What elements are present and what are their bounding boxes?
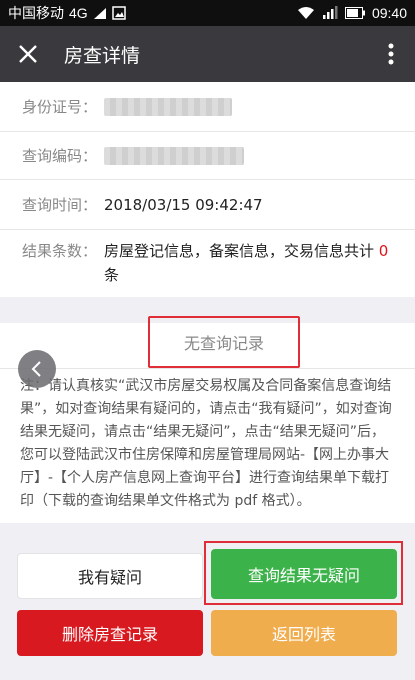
- no-question-button[interactable]: 查询结果无疑问: [211, 549, 397, 599]
- page-title: 房查详情: [64, 44, 141, 67]
- carrier-name: 中国移动: [8, 5, 64, 21]
- result-count-number: 0: [378, 242, 389, 260]
- query-code-masked-value: [104, 146, 244, 165]
- nav-bar: 房查详情: [0, 26, 415, 82]
- result-count-text: 房屋登记信息，备案信息，交易信息共计: [104, 242, 375, 260]
- query-code-label: 查询编码：: [22, 147, 98, 165]
- query-info-card: 身份证号： 查询编码： 查询时间： 2018/03/15 09:42:47 结果…: [0, 82, 415, 297]
- id-number-row: 身份证号：: [0, 82, 415, 132]
- result-count-label: 结果条数：: [22, 242, 98, 260]
- result-count-unit: 条: [104, 266, 120, 284]
- more-menu-button[interactable]: [367, 26, 415, 82]
- divider: [0, 368, 415, 369]
- close-icon: [19, 45, 37, 63]
- network-type: 4G: [69, 5, 88, 21]
- back-float-button[interactable]: [18, 350, 56, 388]
- query-time-label: 查询时间：: [22, 196, 98, 214]
- result-count-row: 结果条数： 房屋登记信息，备案信息，交易信息共计 0 条: [0, 230, 415, 297]
- back-to-list-button[interactable]: 返回列表: [211, 610, 397, 656]
- more-vertical-icon: [388, 43, 394, 65]
- close-button[interactable]: [0, 26, 56, 82]
- status-bar: 中国移动 4G 09:40: [0, 0, 415, 26]
- wifi-icon: [297, 6, 315, 20]
- query-code-row: 查询编码：: [0, 132, 415, 180]
- signal-icon: [93, 7, 107, 20]
- delete-record-button[interactable]: 删除房查记录: [17, 610, 203, 656]
- query-time-row: 查询时间： 2018/03/15 09:42:47: [0, 180, 415, 230]
- chevron-left-icon: [31, 361, 41, 377]
- notice-text: 注：请认真核实“武汉市房屋交易权属及合同备案信息查询结果”，如对查询结果有疑问的…: [20, 378, 392, 509]
- cell-signal-icon: [322, 6, 338, 20]
- question-button[interactable]: 我有疑问: [17, 553, 203, 599]
- battery-icon: [344, 7, 365, 19]
- image-notification-icon: [111, 6, 126, 20]
- query-time-value: 2018/03/15 09:42:47: [104, 195, 263, 214]
- id-number-masked-value: [104, 97, 232, 116]
- no-record-message: 无查询记录: [148, 316, 300, 368]
- clock: 09:40: [371, 5, 407, 21]
- id-number-label: 身份证号：: [22, 98, 98, 116]
- result-count-value: 房屋登记信息，备案信息，交易信息共计 0 条: [104, 239, 415, 287]
